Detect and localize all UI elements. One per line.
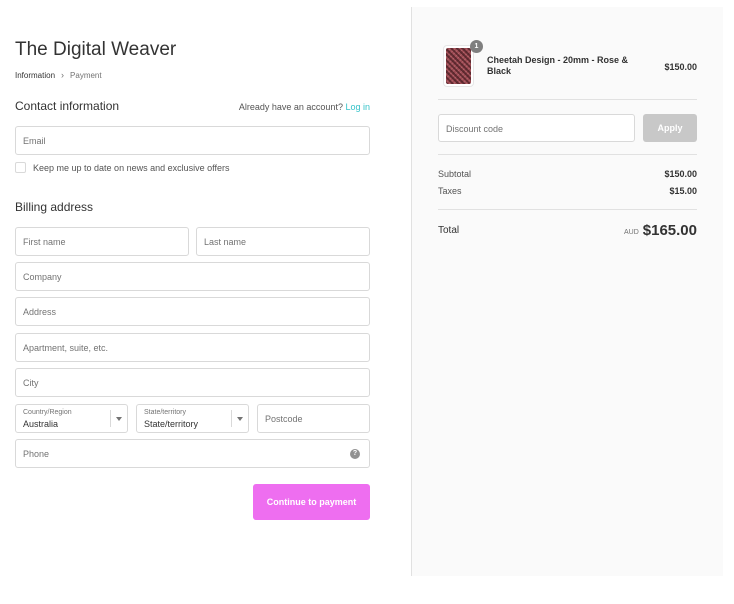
city-field[interactable]: City	[15, 368, 370, 397]
postcode-placeholder: Postcode	[265, 414, 303, 424]
login-link[interactable]: Log in	[345, 102, 370, 112]
total-label: Total	[438, 225, 460, 236]
quantity-badge: 1	[470, 40, 483, 53]
last-name-placeholder: Last name	[204, 237, 247, 247]
postcode-field[interactable]: Postcode	[257, 404, 370, 433]
checkout-main: The Digital Weaver Information › Payment…	[0, 0, 411, 604]
state-label: State/territory	[144, 409, 187, 416]
billing-section-title: Billing address	[15, 200, 94, 214]
country-value: Australia	[23, 419, 59, 429]
order-summary-sidebar	[411, 7, 723, 576]
caret-down-icon	[116, 417, 122, 421]
product-name: Cheetah Design - 20mm - Rose & Black	[487, 55, 629, 76]
divider	[438, 209, 697, 210]
newsletter-label[interactable]: Keep me up to date on news and exclusive…	[33, 163, 229, 173]
total-currency: AUD	[624, 229, 639, 236]
apartment-field[interactable]: Apartment, suite, etc.	[15, 333, 370, 362]
product-thumbnail	[443, 45, 474, 87]
login-prompt: Already have an account? Log in	[239, 102, 370, 112]
login-prompt-text: Already have an account?	[238, 102, 343, 112]
question-circle-icon[interactable]: ?	[350, 449, 360, 459]
country-select[interactable]: Country/Region Australia	[15, 404, 128, 433]
newsletter-checkbox[interactable]	[15, 162, 26, 173]
country-label: Country/Region	[23, 409, 72, 416]
company-placeholder: Company	[23, 272, 62, 282]
chevron-right-icon: ›	[61, 70, 65, 80]
phone-placeholder: Phone	[23, 449, 50, 459]
breadcrumb-payment: Payment	[70, 71, 102, 80]
divider	[438, 99, 697, 100]
state-select[interactable]: State/territory State/territory	[136, 404, 249, 433]
apply-discount-button[interactable]: Apply	[643, 114, 697, 142]
continue-to-payment-button[interactable]: Continue to payment	[253, 484, 370, 520]
email-placeholder: Email	[23, 136, 46, 146]
email-field[interactable]: Email	[15, 126, 370, 155]
first-name-placeholder: First name	[23, 237, 66, 247]
shop-title[interactable]: The Digital Weaver	[15, 39, 176, 61]
city-placeholder: City	[23, 378, 39, 388]
contact-section-title: Contact information	[15, 99, 120, 113]
address-field[interactable]: Address	[15, 297, 370, 326]
divider	[438, 154, 697, 155]
address-placeholder: Address	[23, 307, 57, 317]
taxes-value: $15.00	[669, 186, 697, 196]
last-name-field[interactable]: Last name	[196, 227, 370, 256]
select-divider	[110, 410, 111, 427]
taxes-label: Taxes	[438, 186, 462, 196]
phone-field[interactable]: Phone ?	[15, 439, 370, 468]
caret-down-icon	[237, 417, 243, 421]
product-image	[446, 48, 471, 84]
subtotal-label: Subtotal	[438, 169, 472, 179]
breadcrumb-information[interactable]: Information	[15, 71, 55, 80]
product-price: $150.00	[664, 62, 697, 72]
subtotal-value: $150.00	[664, 169, 697, 179]
breadcrumb: Information › Payment	[15, 70, 102, 81]
first-name-field[interactable]: First name	[15, 227, 189, 256]
apartment-placeholder: Apartment, suite, etc.	[23, 343, 109, 353]
state-value: State/territory	[144, 419, 199, 429]
discount-code-field[interactable]: Discount code	[438, 114, 635, 142]
select-divider	[231, 410, 232, 427]
total-value: $165.00	[642, 222, 697, 239]
discount-code-placeholder: Discount code	[446, 124, 504, 134]
company-field[interactable]: Company	[15, 262, 370, 291]
